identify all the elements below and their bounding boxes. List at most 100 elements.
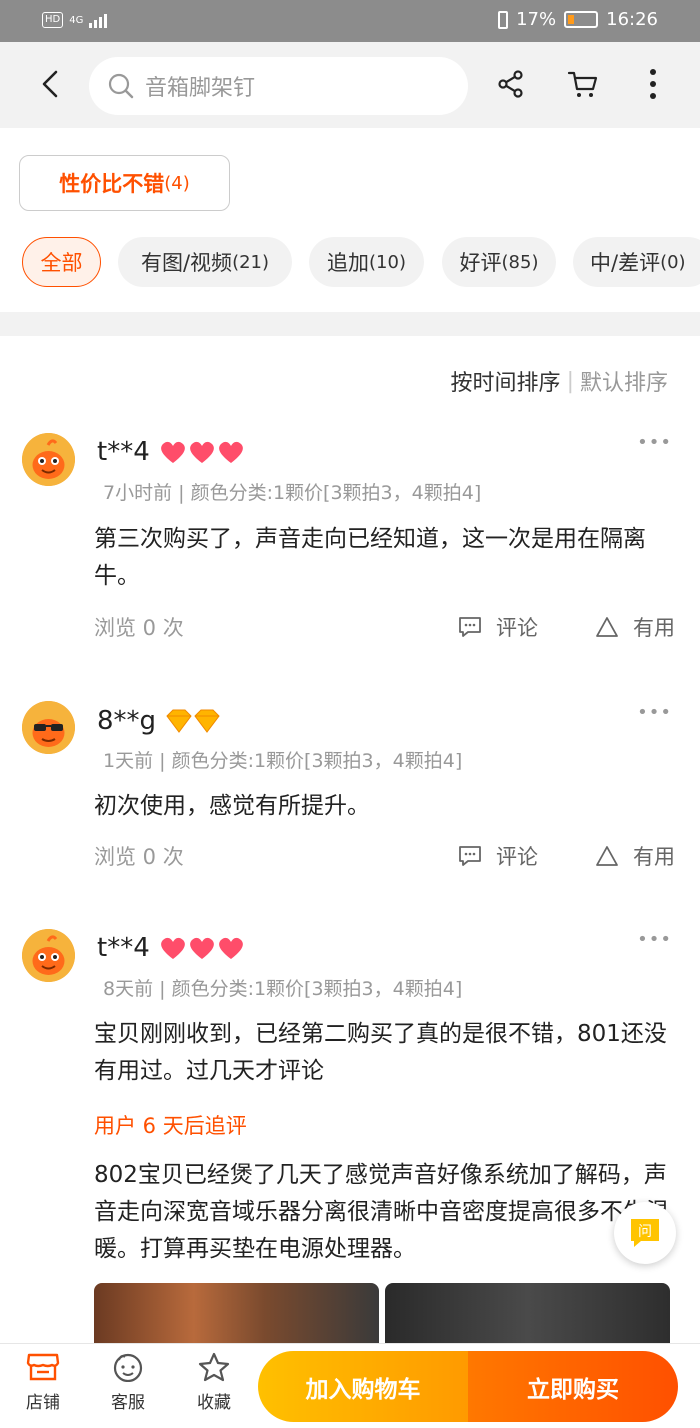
filter-count: (85) [501, 251, 539, 273]
search-placeholder: 音箱脚架钉 [145, 76, 256, 101]
more-vertical-icon [650, 69, 656, 99]
ask-question-button[interactable]: 问 [614, 1202, 676, 1264]
search-bar[interactable]: 音箱脚架钉 [89, 57, 468, 115]
review-more-icon[interactable]: ••• [637, 929, 672, 950]
comment-button[interactable]: 评论 [458, 841, 538, 871]
reviewer-name: t**4 [97, 437, 150, 467]
buy-now-button[interactable]: 立即购买 [468, 1351, 678, 1422]
tag-count: (4) [164, 172, 190, 194]
back-button[interactable] [30, 64, 70, 104]
sort-separator: | [566, 368, 574, 394]
tag-label: 性价比不错 [59, 172, 165, 196]
section-divider [0, 312, 700, 336]
filter-negative[interactable]: 中/差评 (0) [573, 237, 700, 287]
signal-icon [89, 12, 108, 28]
comment-icon [459, 617, 481, 637]
review-meta: 1天前 | 颜色分类:1颗价[3颗拍3，4颗拍4] [103, 750, 463, 772]
review-meta: 7小时前 | 颜色分类:1颗价[3颗拍3，4颗拍4] [103, 482, 482, 504]
battery-icon [564, 11, 599, 28]
reviewer-name: t**4 [97, 933, 150, 963]
review-text: 初次使用，感觉有所提升。 [94, 793, 370, 819]
top-nav: 音箱脚架钉 [0, 42, 700, 128]
review-more-icon[interactable]: ••• [637, 432, 672, 453]
useful-button[interactable]: 有用 [595, 612, 675, 642]
reviewer-name-row: t**4 [97, 933, 248, 963]
useful-label: 有用 [633, 845, 675, 869]
filter-label: 有图/视频 [140, 251, 233, 275]
heart-badge-icon [158, 438, 248, 466]
mascot-avatar-icon [22, 433, 75, 486]
reviewer-name: 8**g [97, 706, 157, 736]
review-meta: 8天前 | 颜色分类:1颗价[3颗拍3，4颗拍4] [103, 978, 463, 1000]
review-photos [94, 1283, 670, 1343]
comment-icon [459, 846, 481, 866]
comment-label: 评论 [496, 845, 538, 869]
avatar[interactable] [22, 701, 75, 754]
diamond-badge-icon [164, 708, 224, 734]
review-text: 第三次购买了，声音走向已经知道，这一次是用在隔离牛。 [94, 526, 646, 589]
filter-count: (10) [369, 251, 406, 273]
shop-icon [26, 1353, 60, 1381]
cart-button[interactable] [563, 64, 603, 104]
reviewer-name-row: 8**g [97, 706, 224, 736]
useful-label: 有用 [633, 616, 675, 640]
filter-label: 好评 [459, 251, 502, 275]
more-button[interactable] [633, 64, 673, 104]
useful-button[interactable]: 有用 [595, 841, 675, 871]
network-label: 4G [69, 14, 84, 26]
battery-percent: 17% [516, 9, 557, 30]
filter-label: 中/差评 [590, 251, 661, 275]
sort-bar: 按时间排序 | 默认排序 [451, 365, 668, 397]
service-label: 客服 [111, 1393, 145, 1413]
filter-followup[interactable]: 追加 (10) [309, 237, 424, 287]
sort-default[interactable]: 默认排序 [580, 365, 668, 397]
filter-positive[interactable]: 好评 (85) [442, 237, 556, 287]
comment-label: 评论 [496, 616, 538, 640]
heart-badge-icon [158, 934, 248, 962]
add-to-cart-button[interactable]: 加入购物车 [258, 1351, 468, 1422]
chevron-left-icon [42, 70, 58, 98]
review-photo[interactable] [94, 1283, 379, 1343]
service-tab[interactable]: 客服 [93, 1352, 163, 1413]
filter-all[interactable]: 全部 [22, 237, 101, 287]
svg-text:问: 问 [638, 1224, 652, 1240]
filter-label: 全部 [40, 251, 83, 275]
reviewer-name-row: t**4 [97, 437, 248, 467]
thumbs-up-triangle-icon [596, 846, 618, 866]
status-bar: HD 4G 17% 16:26 [0, 0, 700, 42]
review-tag-button[interactable]: 性价比不错 (4) [19, 155, 230, 211]
review-views: 浏览 0 次 [94, 845, 184, 869]
share-icon [498, 70, 523, 98]
ask-icon: 问 [631, 1219, 659, 1247]
filter-label: 追加 [327, 251, 370, 275]
avatar[interactable] [22, 433, 75, 486]
shop-tab[interactable]: 店铺 [8, 1352, 78, 1413]
filter-chips: 全部 有图/视频 (21) 追加 (10) 好评 (85) 中/差评 (0) [0, 237, 700, 289]
comment-button[interactable]: 评论 [458, 612, 538, 642]
cart-icon [567, 71, 598, 97]
review-photo[interactable] [385, 1283, 670, 1343]
favorite-tab[interactable]: 收藏 [179, 1352, 249, 1413]
mascot-avatar-icon [22, 929, 75, 982]
hd-indicator: HD [42, 12, 64, 28]
thumbs-up-triangle-icon [596, 617, 618, 637]
followup-label: 用户 6 天后追评 [94, 1114, 247, 1138]
filter-count: (0) [660, 251, 686, 273]
share-button[interactable] [491, 64, 531, 104]
avatar[interactable] [22, 929, 75, 982]
filter-count: (21) [232, 251, 270, 273]
vibrate-icon [498, 10, 509, 29]
review-views: 浏览 0 次 [94, 616, 184, 640]
clock: 16:26 [606, 9, 658, 30]
mascot-avatar-sunglasses-icon [22, 701, 75, 754]
followup-text: 802宝贝已经煲了几天了感觉声音好像系统加了解码，声音走向深宽音域乐器分离很清晰… [94, 1162, 669, 1262]
star-icon [198, 1352, 230, 1382]
review-text: 宝贝刚刚收到，已经第二购买了真的是很不错，801还没有用过。过几天才评论 [94, 1021, 667, 1084]
customer-service-icon [113, 1353, 143, 1382]
review-more-icon[interactable]: ••• [637, 702, 672, 723]
shop-label: 店铺 [26, 1393, 60, 1413]
search-icon [108, 73, 134, 99]
bottom-action-bar: 店铺 客服 收藏 加入购物车 立即购买 [0, 1343, 700, 1428]
filter-with-media[interactable]: 有图/视频 (21) [118, 237, 292, 287]
sort-by-time[interactable]: 按时间排序 [451, 365, 561, 397]
